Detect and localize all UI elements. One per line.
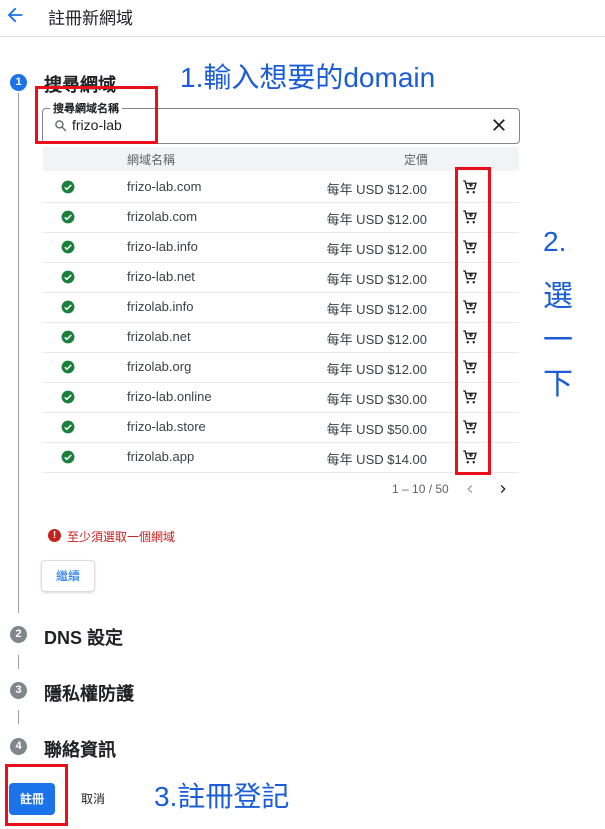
domain-name: frizolab.app <box>127 449 195 464</box>
chevron-left-icon[interactable] <box>462 481 478 497</box>
domain-price: 每年 USD $12.00 <box>326 302 427 317</box>
check-circle-icon <box>61 270 75 284</box>
step-4-title[interactable]: 聯絡資訊 <box>44 736 116 762</box>
domain-price: 每年 USD $12.00 <box>326 212 427 227</box>
arrow-back-icon[interactable] <box>4 4 26 26</box>
step-2-title[interactable]: DNS 設定 <box>44 624 123 650</box>
table-row: frizo-lab.info 每年 USD $12.00 <box>43 232 519 263</box>
table-row: frizo-lab.net 每年 USD $12.00 <box>43 262 519 293</box>
domain-name: frizolab.org <box>127 359 192 374</box>
table-row: frizolab.app 每年 USD $14.00 <box>43 442 519 473</box>
domain-price: 每年 USD $14.00 <box>326 452 427 467</box>
annotation-step2-line1: 2. <box>543 226 567 257</box>
check-circle-icon <box>61 300 75 314</box>
check-circle-icon <box>61 240 75 254</box>
table-row: frizolab.com 每年 USD $12.00 <box>43 202 519 233</box>
cancel-button[interactable]: 取消 <box>81 790 105 807</box>
continue-button[interactable]: 繼續 <box>41 560 95 592</box>
domain-price: 每年 USD $30.00 <box>326 392 427 407</box>
step-2-number: 2 <box>10 626 27 643</box>
stepper-line-1 <box>18 93 19 613</box>
close-icon[interactable] <box>490 116 508 134</box>
stepper-line-2 <box>18 655 19 669</box>
step-4-number: 4 <box>10 738 27 755</box>
table-header <box>43 147 519 171</box>
domain-name: frizolab.info <box>127 299 194 314</box>
page-title: 註冊新網域 <box>48 9 133 28</box>
annotation-box-register <box>5 764 68 826</box>
annotation-step2-line2: 選 <box>543 280 573 313</box>
domain-price: 每年 USD $50.00 <box>326 422 427 437</box>
annotation-step2-line3: 一 <box>543 324 573 357</box>
table-row: frizolab.org 每年 USD $12.00 <box>43 352 519 383</box>
annotation-step2-line4: 下 <box>543 368 573 401</box>
domain-price: 每年 USD $12.00 <box>326 332 427 347</box>
domain-price: 每年 USD $12.00 <box>326 242 427 257</box>
step-3-number: 3 <box>10 682 27 699</box>
table-row: frizolab.net 每年 USD $12.00 <box>43 322 519 353</box>
domain-name: frizolab.net <box>127 329 191 344</box>
domain-name: frizo-lab.com <box>127 179 202 194</box>
domain-price: 每年 USD $12.00 <box>326 182 427 197</box>
table-row: frizo-lab.online 每年 USD $30.00 <box>43 382 519 413</box>
step-1-number: 1 <box>10 74 27 91</box>
domain-price: 每年 USD $12.00 <box>326 362 427 377</box>
domain-name: frizolab.com <box>127 209 198 224</box>
check-circle-icon <box>61 330 75 344</box>
check-circle-icon <box>61 360 75 374</box>
annotation-box-cart-column <box>455 167 491 475</box>
annotation-step3: 3.註冊登記 <box>154 781 290 812</box>
domain-name: frizo-lab.store <box>127 419 206 434</box>
check-circle-icon <box>61 390 75 404</box>
domain-name: frizo-lab.net <box>127 269 195 284</box>
check-circle-icon <box>61 210 75 224</box>
annotation-box-search <box>35 86 158 144</box>
column-header-domain: 網域名稱 <box>127 153 176 167</box>
stepper-line-3 <box>18 710 19 724</box>
error-message: 至少須選取一個網域 <box>67 530 176 544</box>
check-circle-icon <box>61 450 75 464</box>
pagination-range: 1 – 10 / 50 <box>392 482 449 496</box>
check-circle-icon <box>61 180 75 194</box>
domain-price: 每年 USD $12.00 <box>326 272 427 287</box>
annotation-step1: 1.輸入想要的domain <box>180 62 436 93</box>
check-circle-icon <box>61 420 75 434</box>
table-row: frizo-lab.com 每年 USD $12.00 <box>43 172 519 203</box>
error-icon: ! <box>48 529 61 542</box>
chevron-right-icon[interactable] <box>495 481 511 497</box>
domain-name: frizo-lab.info <box>127 239 198 254</box>
table-row: frizolab.info 每年 USD $12.00 <box>43 292 519 323</box>
step-3-title[interactable]: 隱私權防護 <box>44 680 134 706</box>
app-header: 註冊新網域 <box>0 0 605 37</box>
table-row: frizo-lab.store 每年 USD $50.00 <box>43 412 519 443</box>
domain-name: frizo-lab.online <box>127 389 212 404</box>
column-header-price: 定價 <box>404 153 429 167</box>
